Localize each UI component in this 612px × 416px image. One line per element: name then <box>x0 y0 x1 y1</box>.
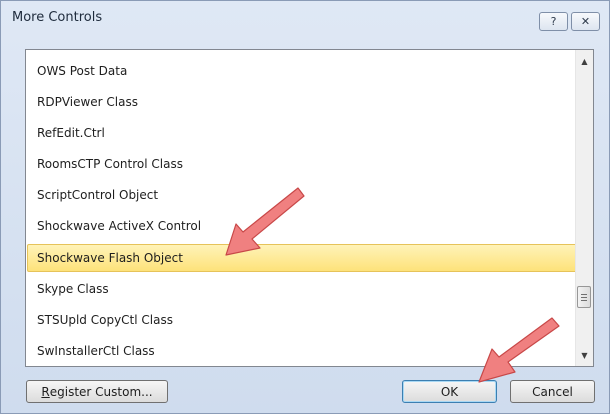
chevron-up-icon: ▲ <box>581 57 588 66</box>
grip-icon <box>581 293 587 301</box>
list-item[interactable]: STSUpld CopyCtl Class <box>27 306 579 334</box>
vertical-scrollbar[interactable]: ▲ ▼ <box>575 50 593 366</box>
list-item[interactable]: SwInstallerCtl Class <box>27 337 579 365</box>
more-controls-dialog: More Controls ? ✕ OWS Post Data RDPViewe… <box>0 0 610 414</box>
list-item[interactable]: Shockwave ActiveX Control <box>27 212 579 240</box>
chevron-down-icon: ▼ <box>581 351 588 360</box>
controls-list: OWS Post Data RDPViewer Class RefEdit.Ct… <box>26 50 579 366</box>
scroll-thumb[interactable] <box>577 286 591 308</box>
list-item[interactable]: RDPViewer Class <box>27 88 579 116</box>
help-button[interactable]: ? <box>539 12 568 31</box>
register-accelerator: R <box>41 384 50 399</box>
list-item-selected[interactable]: Shockwave Flash Object <box>27 244 579 272</box>
ok-button[interactable]: OK <box>402 380 497 403</box>
register-label: egister Custom... <box>49 384 153 399</box>
list-item[interactable]: RefEdit.Ctrl <box>27 119 579 147</box>
list-item[interactable]: RoomsCTP Control Class <box>27 150 579 178</box>
help-icon: ? <box>550 15 557 28</box>
close-icon: ✕ <box>580 15 591 28</box>
title-bar: More Controls ? ✕ <box>1 1 609 35</box>
list-item[interactable]: Skype Class <box>27 275 579 303</box>
cancel-button[interactable]: Cancel <box>510 380 595 403</box>
dialog-title: More Controls <box>12 10 103 25</box>
list-item[interactable]: ScriptControl Object <box>27 181 579 209</box>
scroll-up-button[interactable]: ▲ <box>576 53 593 70</box>
list-item[interactable]: OWS Post Data <box>27 57 579 85</box>
close-button[interactable]: ✕ <box>571 12 600 31</box>
controls-listbox[interactable]: OWS Post Data RDPViewer Class RefEdit.Ct… <box>25 49 594 367</box>
scroll-down-button[interactable]: ▼ <box>576 347 593 364</box>
register-custom-button[interactable]: Register Custom... <box>26 380 168 403</box>
